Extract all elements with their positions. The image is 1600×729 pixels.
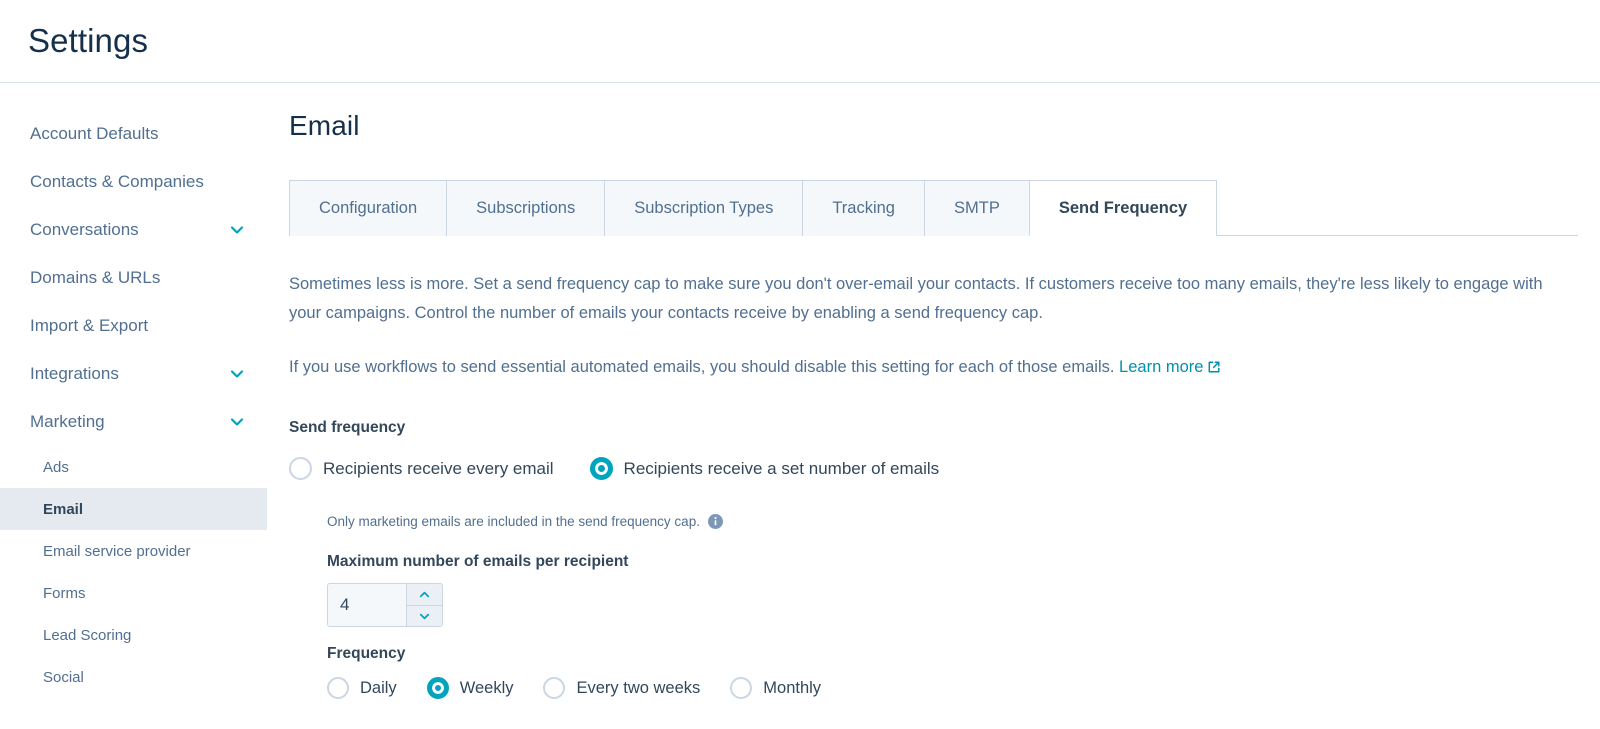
sidebar-item-domains-urls[interactable]: Domains & URLs — [0, 254, 267, 302]
sidebar-subitem-label: Social — [43, 668, 84, 686]
radio-mark-icon — [289, 457, 312, 480]
body-wrapper: Account Defaults Contacts & Companies Co… — [0, 83, 1600, 699]
radio-every-two-weeks[interactable]: Every two weeks — [543, 677, 700, 699]
stepper-buttons — [406, 584, 442, 626]
send-frequency-radio-group: Recipients receive every email Recipient… — [289, 457, 1600, 480]
sidebar-item-import-export[interactable]: Import & Export — [0, 302, 267, 350]
radio-daily[interactable]: Daily — [327, 677, 397, 699]
radio-label: Recipients receive every email — [323, 458, 554, 478]
send-frequency-cap-panel: Only marketing emails are included in th… — [289, 514, 1600, 699]
max-emails-label: Maximum number of emails per recipient — [327, 553, 629, 570]
stepper-increment-button[interactable] — [407, 584, 442, 605]
learn-more-label: Learn more — [1119, 358, 1204, 376]
page-title-settings: Settings — [28, 22, 149, 59]
radio-mark-selected-icon — [589, 457, 613, 480]
sidebar-subitem-label: Forms — [43, 584, 86, 602]
tab-label: Send Frequency — [1058, 198, 1188, 217]
frequency-label: Frequency — [327, 645, 406, 662]
sidebar-item-lead-scoring[interactable]: Lead Scoring — [0, 614, 267, 656]
sidebar-item-account-defaults[interactable]: Account Defaults — [0, 110, 267, 158]
max-emails-input[interactable] — [328, 584, 406, 626]
info-icon[interactable] — [707, 514, 723, 529]
sidebar-item-label: Import & Export — [30, 316, 149, 335]
settings-sidebar: Account Defaults Contacts & Companies Co… — [0, 83, 267, 698]
tab-label: Configuration — [319, 199, 418, 217]
sidebar-item-email[interactable]: Email — [0, 488, 267, 530]
sidebar-item-integrations[interactable]: Integrations — [0, 350, 267, 398]
workflow-paragraph: If you use workflows to send essential a… — [289, 353, 1554, 382]
chevron-down-icon — [229, 366, 245, 382]
sidebar-item-label: Integrations — [30, 364, 119, 383]
tab-send-frequency[interactable]: Send Frequency — [1028, 180, 1218, 236]
sidebar-item-label: Marketing — [30, 412, 105, 431]
marketing-only-note: Only marketing emails are included in th… — [327, 514, 1600, 529]
radio-weekly[interactable]: Weekly — [426, 677, 514, 699]
email-settings-tabs: Configuration Subscriptions Subscription… — [289, 180, 1578, 236]
chevron-down-icon — [229, 222, 245, 238]
radio-label: Monthly — [763, 678, 822, 697]
sidebar-item-label: Contacts & Companies — [30, 172, 204, 191]
tab-smtp[interactable]: SMTP — [924, 180, 1030, 236]
tab-configuration[interactable]: Configuration — [289, 180, 448, 236]
radio-receive-set-number[interactable]: Recipients receive a set number of email… — [589, 457, 940, 480]
note-text: Only marketing emails are included in th… — [327, 514, 700, 529]
sidebar-item-social[interactable]: Social — [0, 656, 267, 698]
sidebar-subitem-label: Email — [43, 500, 84, 518]
app-header: Settings — [0, 0, 1600, 83]
sidebar-subitem-label: Email service provider — [43, 542, 191, 560]
radio-mark-icon — [543, 677, 566, 699]
chevron-up-icon — [419, 591, 430, 598]
sidebar-item-label: Conversations — [30, 220, 139, 239]
sidebar-item-contacts-companies[interactable]: Contacts & Companies — [0, 158, 267, 206]
radio-receive-every-email[interactable]: Recipients receive every email — [289, 457, 554, 480]
workflow-paragraph-text: If you use workflows to send essential a… — [289, 358, 1115, 376]
chevron-down-icon — [419, 613, 430, 619]
sidebar-item-forms[interactable]: Forms — [0, 572, 267, 614]
chevron-down-icon — [229, 414, 245, 430]
sidebar-subitem-label: Ads — [43, 458, 69, 476]
sidebar-subitem-label: Lead Scoring — [43, 626, 132, 644]
learn-more-link[interactable]: Learn more — [1119, 358, 1221, 376]
tab-subscription-types[interactable]: Subscription Types — [604, 180, 804, 236]
tab-tracking[interactable]: Tracking — [802, 180, 925, 236]
main-content: Email Configuration Subscriptions Subscr… — [267, 83, 1600, 699]
tab-subscriptions[interactable]: Subscriptions — [446, 180, 606, 236]
radio-mark-icon — [327, 677, 349, 699]
sidebar-item-label: Domains & URLs — [30, 268, 161, 287]
radio-monthly[interactable]: Monthly — [730, 677, 821, 699]
tab-label: SMTP — [954, 199, 1000, 217]
tab-label: Subscription Types — [634, 199, 774, 217]
tab-label: Subscriptions — [476, 199, 576, 217]
sidebar-item-ads[interactable]: Ads — [0, 446, 267, 488]
sidebar-item-email-service-provider[interactable]: Email service provider — [0, 530, 267, 572]
sidebar-item-label: Account Defaults — [30, 124, 159, 143]
radio-label: Weekly — [459, 678, 514, 697]
radio-label: Daily — [360, 678, 397, 697]
frequency-radio-group: Daily Weekly Every two weeks Monthly — [327, 677, 1600, 699]
sidebar-item-marketing[interactable]: Marketing — [0, 398, 267, 446]
stepper-decrement-button[interactable] — [407, 605, 442, 626]
radio-label: Recipients receive a set number of email… — [623, 458, 940, 478]
intro-paragraph: Sometimes less is more. Set a send frequ… — [289, 275, 1543, 322]
external-link-icon — [1207, 355, 1221, 373]
sidebar-item-conversations[interactable]: Conversations — [0, 206, 267, 254]
radio-mark-icon — [730, 677, 753, 699]
send-frequency-label: Send frequency — [289, 419, 406, 436]
tab-label: Tracking — [832, 199, 895, 217]
radio-mark-selected-icon — [426, 677, 449, 699]
page-title-email: Email — [289, 110, 360, 141]
max-emails-stepper[interactable] — [327, 583, 443, 627]
radio-label: Every two weeks — [576, 678, 701, 697]
